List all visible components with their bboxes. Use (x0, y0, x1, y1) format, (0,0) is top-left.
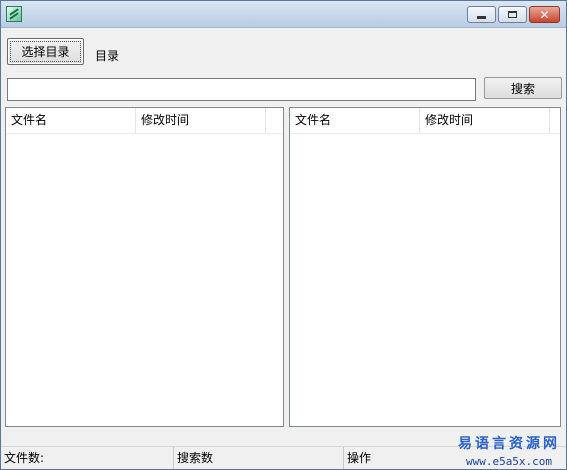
left-file-list[interactable]: 文件名 修改时间 (5, 107, 284, 427)
watermark-text: 易语言资源网 (458, 436, 560, 452)
app-icon[interactable] (6, 6, 22, 22)
status-operation: 操作 (347, 451, 372, 465)
select-directory-button[interactable]: 选择目录 (7, 38, 84, 65)
status-search-count: 搜索数 (174, 447, 344, 469)
maximize-icon (508, 11, 517, 18)
right-file-list[interactable]: 文件名 修改时间 (289, 107, 561, 427)
close-button[interactable]: ✕ (529, 6, 560, 23)
column-header-filename[interactable]: 文件名 (6, 108, 136, 133)
right-list-header: 文件名 修改时间 (290, 108, 560, 134)
column-header-modified-time[interactable]: 修改时间 (136, 108, 266, 133)
title-bar[interactable]: ✕ (1, 1, 566, 28)
minimize-icon (477, 15, 486, 19)
caption-buttons: ✕ (467, 6, 560, 23)
maximize-button[interactable] (498, 6, 527, 23)
close-icon: ✕ (539, 7, 550, 22)
left-list-header: 文件名 修改时间 (6, 108, 283, 134)
status-file-count: 文件数: (1, 447, 174, 469)
search-button[interactable]: 搜索 (484, 77, 562, 99)
search-input[interactable] (7, 78, 476, 101)
column-header-filename[interactable]: 文件名 (290, 108, 420, 133)
minimize-button[interactable] (467, 6, 496, 23)
watermark: 易语言资源网 www.e5a5x.com (458, 433, 560, 468)
column-header-modified-time[interactable]: 修改时间 (420, 108, 550, 133)
app-window: ✕ 选择目录 目录 搜索 文件名 修改时间 文件名 修改时间 文件数: 搜索数 … (0, 0, 567, 470)
directory-label: 目录 (95, 49, 120, 63)
watermark-url: www.e5a5x.com (465, 455, 553, 468)
